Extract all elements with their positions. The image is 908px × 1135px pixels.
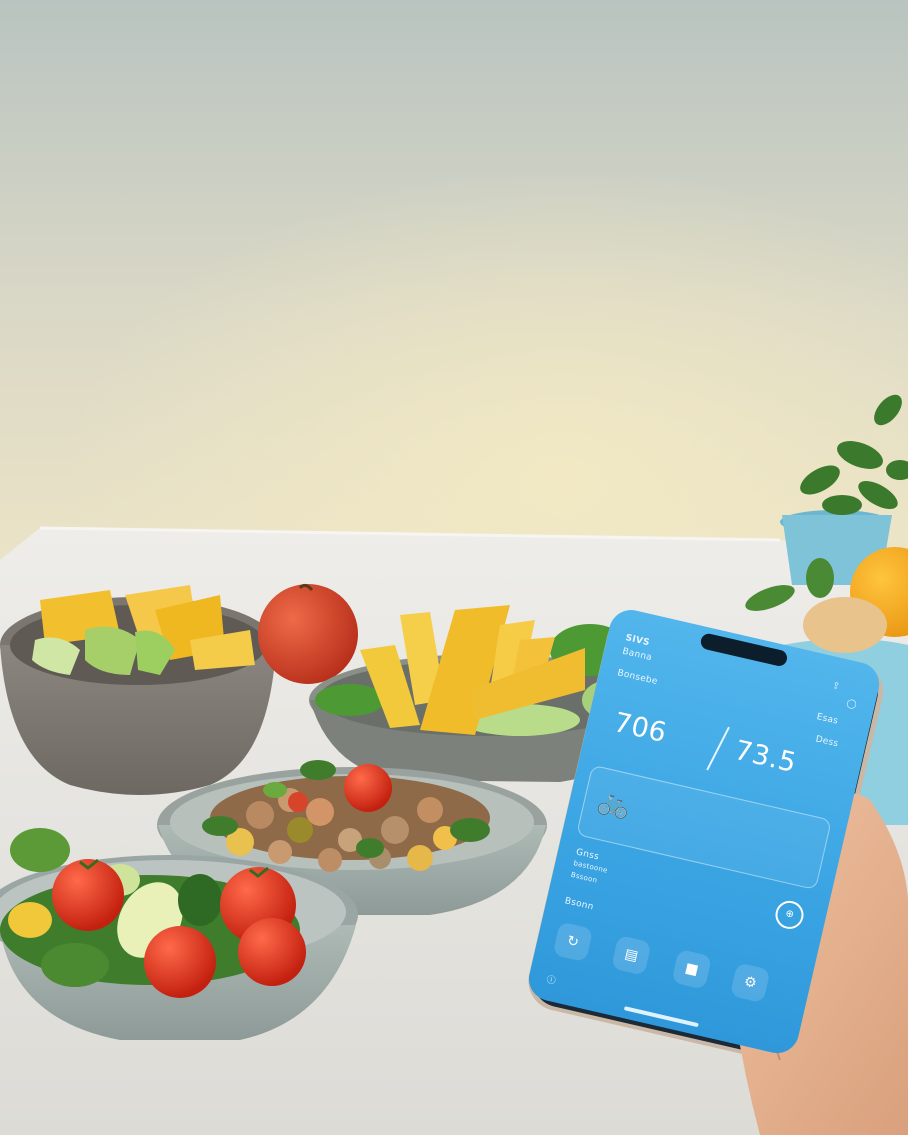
scene: SIVS Banna ⇪ ◯ Bonsebe Esas Dess 706 73.… (0, 0, 908, 1135)
header-label-1: SIVS (624, 633, 651, 649)
list-item-3: Bssoon (570, 870, 599, 885)
stop-icon[interactable]: ■ (671, 948, 713, 990)
chat-icon[interactable]: ◯ (845, 698, 857, 710)
metric-separator (706, 726, 730, 771)
document-icon[interactable]: ▤ (610, 934, 652, 976)
info-icon[interactable]: ⓘ (546, 972, 558, 987)
settings-icon[interactable]: ⚙ (729, 962, 771, 1004)
metric-value-left: 706 (610, 706, 670, 750)
row-label-right: Esas (815, 712, 840, 727)
share-icon[interactable]: ⇪ (831, 681, 841, 693)
refresh-icon[interactable]: ↻ (552, 921, 594, 963)
row-label-right-2: Dess (814, 734, 840, 750)
footer-label: Bsonn (563, 896, 595, 913)
globe-icon[interactable]: ⊕ (772, 898, 807, 932)
metric-value-right: 73.5 (731, 734, 800, 780)
row-label-left: Bonsebe (616, 668, 659, 688)
activity-card[interactable] (576, 764, 832, 891)
header-label-2: Banna (621, 646, 653, 664)
